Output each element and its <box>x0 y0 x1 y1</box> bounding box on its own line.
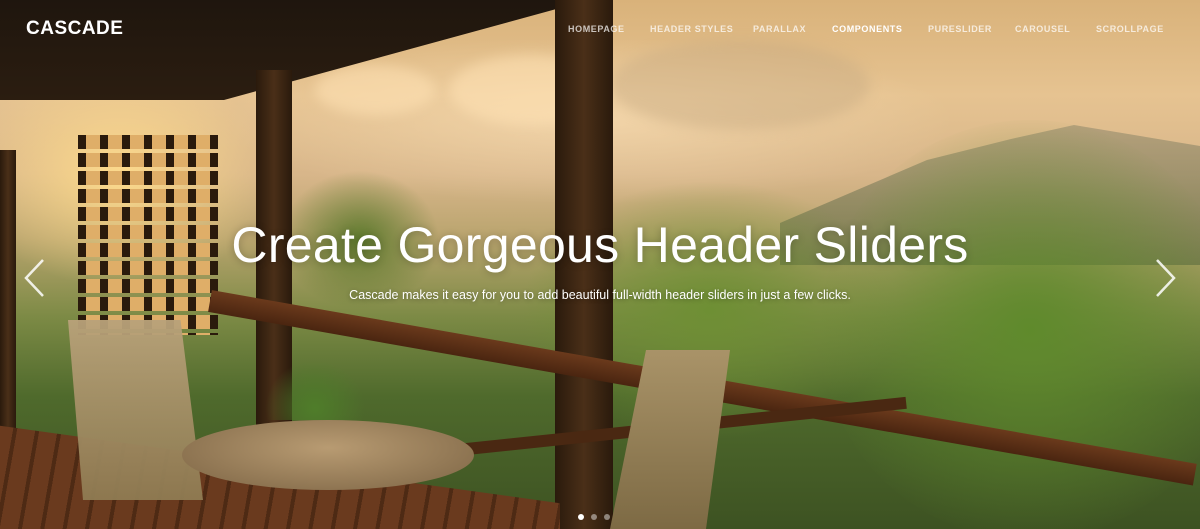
slider-next-button[interactable] <box>1152 258 1178 298</box>
chevron-right-icon <box>1156 259 1176 297</box>
slider-prev-button[interactable] <box>22 258 48 298</box>
nav-item-homepage[interactable]: HOMEPAGE <box>568 24 625 34</box>
site-logo[interactable]: CASCADE <box>26 18 123 40</box>
potted-plant <box>265 360 365 420</box>
slide-headline: Create Gorgeous Header Sliders <box>231 217 969 273</box>
chair <box>68 320 203 500</box>
slider-dot[interactable] <box>591 514 597 520</box>
nav-item-scrollpage[interactable]: SCROLLPAGE <box>1096 24 1164 34</box>
slider-dot[interactable] <box>604 514 610 520</box>
nav-item-components[interactable]: COMPONENTS <box>832 24 903 34</box>
nav-item-header-styles[interactable]: HEADER STYLES <box>650 24 733 34</box>
chevron-left-icon <box>24 259 44 297</box>
nav-item-parallax[interactable]: PARALLAX <box>753 24 806 34</box>
nav-item-pureslider[interactable]: PURESLIDER <box>928 24 992 34</box>
cloud <box>315 65 435 115</box>
site-header: CASCADE HOMEPAGE HEADER STYLES PARALLAX … <box>0 0 1200 58</box>
slider-dot[interactable] <box>578 514 584 520</box>
slide-subtext: Cascade makes it easy for you to add bea… <box>349 288 851 302</box>
patio-table <box>182 420 474 490</box>
slider-pagination <box>578 514 610 520</box>
nav-item-carousel[interactable]: CAROUSEL <box>1015 24 1070 34</box>
